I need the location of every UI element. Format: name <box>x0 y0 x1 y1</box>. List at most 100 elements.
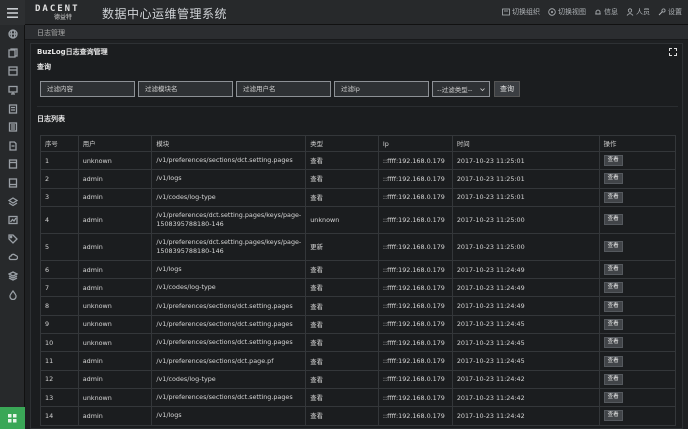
cell-time: 2017-10-23 11:24:42 <box>451 406 600 426</box>
cell-module: /v1/preferences/sections/dct.setting.pag… <box>151 150 307 171</box>
cell-module: /v1/logs <box>151 169 307 189</box>
list-section-title: 日志列表 <box>37 115 65 123</box>
cell-time: 2017-10-23 11:24:45 <box>451 314 600 335</box>
cell-ip: ::ffff:192.168.0.179 <box>377 406 453 426</box>
cell-action: 查看 <box>598 351 677 371</box>
chevron-down-icon <box>480 87 485 91</box>
view-button[interactable]: 查看 <box>603 155 623 167</box>
header-action: 操作 <box>598 135 677 152</box>
view-button[interactable]: 查看 <box>603 282 623 294</box>
cell-ip: ::ffff:192.168.0.179 <box>377 278 453 298</box>
sidebar-item-tag[interactable] <box>0 230 25 249</box>
sidebar-item-document[interactable] <box>0 137 25 156</box>
cell-type: 查看 <box>305 187 379 207</box>
settings-button[interactable]: 设置 <box>658 7 682 17</box>
header-module: 模块 <box>151 135 307 152</box>
query-section-title: 查询 <box>37 63 51 71</box>
filter-bar: --过滤类型-- 查询 <box>40 81 520 97</box>
section-divider <box>37 106 678 107</box>
cell-action: 查看 <box>598 187 677 207</box>
personnel-button[interactable]: 人员 <box>626 7 650 17</box>
view-button[interactable]: 查看 <box>603 300 623 312</box>
cell-ip: ::ffff:192.168.0.179 <box>377 205 453 234</box>
sidebar-item-server[interactable] <box>0 155 25 174</box>
cell-no: 3 <box>40 187 79 207</box>
cell-no: 2 <box>40 169 79 189</box>
cell-action: 查看 <box>598 150 677 171</box>
cell-type: unknown <box>305 205 379 234</box>
cell-action: 查看 <box>598 314 677 335</box>
sidebar-item-layers[interactable] <box>0 118 25 137</box>
cell-action: 查看 <box>598 278 677 298</box>
table-row: 6 admin/v1/logs 查看::ffff:192.168.0.179 2017… <box>40 259 677 280</box>
info-button[interactable]: 信息 <box>594 7 618 17</box>
cell-time: 2017-10-23 11:25:01 <box>451 187 600 207</box>
view-button[interactable]: 查看 <box>603 373 623 385</box>
sidebar-item-server-alt[interactable] <box>0 174 25 193</box>
cell-no: 13 <box>40 387 79 408</box>
cell-type: 查看 <box>305 406 379 426</box>
table-row: 8 unknown/v1/preferences/sections/dct.set… <box>40 296 677 316</box>
view-button[interactable]: 查看 <box>603 214 623 226</box>
logo-text: DACENT <box>35 4 80 14</box>
top-bar: DACENT 德益特 数据中心运维管理系统 切换组织 切换视图 信息 人员 设置 <box>0 0 688 25</box>
expand-icon[interactable] <box>669 48 677 56</box>
view-button[interactable]: 查看 <box>603 337 623 349</box>
view-button[interactable]: 查看 <box>603 264 623 276</box>
menu-toggle-button[interactable] <box>0 0 25 25</box>
switch-view-button[interactable]: 切换视图 <box>548 7 586 17</box>
sidebar-item-list[interactable] <box>0 99 25 118</box>
logo-subtext: 德益特 <box>53 14 72 21</box>
view-button[interactable]: 查看 <box>603 410 623 422</box>
table-row: 1 unknown/v1/preferences/sections/dct.set… <box>40 150 677 171</box>
sidebar-item-globe[interactable] <box>0 25 25 44</box>
cell-no: 4 <box>40 205 79 234</box>
module-filter-input[interactable] <box>138 81 233 97</box>
view-button[interactable]: 查看 <box>603 241 623 253</box>
sidebar-item-cloud[interactable] <box>0 248 25 267</box>
sidebar-item-monitor[interactable] <box>0 81 25 100</box>
globe-icon <box>7 29 18 39</box>
sidebar-item-stack[interactable] <box>0 192 25 211</box>
cell-time: 2017-10-23 11:24:42 <box>451 369 600 389</box>
cell-type: 更新 <box>305 232 379 261</box>
table-row: 3 admin/v1/codes/log-type 查看::ffff:192.168… <box>40 187 677 207</box>
server-icon <box>8 159 17 170</box>
sidebar-item-drop[interactable] <box>0 285 25 304</box>
sidebar-item-box[interactable] <box>0 62 25 81</box>
sidebar-item-files[interactable] <box>0 44 25 63</box>
switch-org-icon <box>502 8 510 16</box>
apps-grid-button[interactable] <box>0 407 25 429</box>
cell-type: 查看 <box>305 314 379 335</box>
view-button[interactable]: 查看 <box>603 191 623 203</box>
table-row: 10 unknown/v1/preferences/sections/dct.se… <box>40 333 677 353</box>
table-row: 12 admin/v1/codes/log-type 查看::ffff:192.16… <box>40 369 677 389</box>
person-icon <box>626 8 634 16</box>
view-button[interactable]: 查看 <box>603 318 623 330</box>
cell-time: 2017-10-23 11:24:49 <box>451 259 600 280</box>
switch-org-button[interactable]: 切换组织 <box>502 7 540 17</box>
cell-time: 2017-10-23 11:24:45 <box>451 351 600 371</box>
ip-filter-input[interactable] <box>334 81 429 97</box>
content-filter-input[interactable] <box>40 81 135 97</box>
view-button[interactable]: 查看 <box>603 355 623 367</box>
sidebar-item-stack-alt[interactable] <box>0 267 25 286</box>
cell-no: 5 <box>40 232 79 261</box>
cell-action: 查看 <box>598 387 677 408</box>
header-type: 类型 <box>305 135 379 152</box>
log-table: 序号 用户 模块 类型 Ip 时间 操作 1 unknown/v1/prefere… <box>40 135 677 426</box>
view-button[interactable]: 查看 <box>603 392 623 404</box>
table-row: 7 admin/v1/codes/log-type 查看::ffff:192.168… <box>40 278 677 298</box>
user-filter-input[interactable] <box>236 81 331 97</box>
query-button[interactable]: 查询 <box>494 81 520 97</box>
table-row: 2 admin/v1/logs 查看::ffff:192.168.0.179 2017… <box>40 169 677 189</box>
cell-ip: ::ffff:192.168.0.179 <box>377 351 453 371</box>
cell-type: 查看 <box>305 333 379 353</box>
view-button[interactable]: 查看 <box>603 173 623 185</box>
type-filter-select[interactable]: --过滤类型-- <box>432 81 490 97</box>
monitor-icon <box>7 85 18 95</box>
cell-ip: ::ffff:192.168.0.179 <box>377 296 453 316</box>
table-row: 5 admin/v1/preferences/dct.setting.pages/… <box>40 232 677 261</box>
sidebar-item-chart[interactable] <box>0 211 25 230</box>
table-row: 11 admin/v1/preferences/sections/dct.page… <box>40 351 677 371</box>
